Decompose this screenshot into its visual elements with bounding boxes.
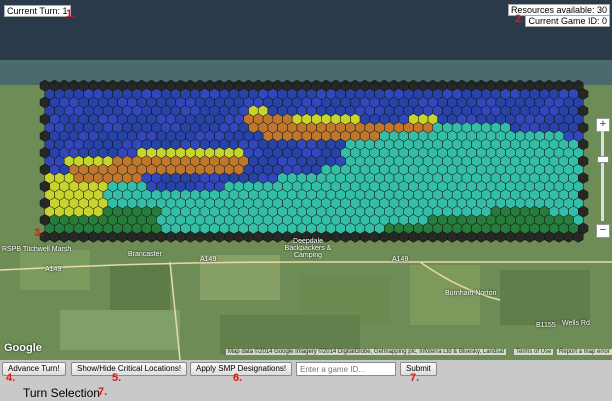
label-brancaster: Brancaster: [128, 251, 162, 258]
game-id-input[interactable]: [296, 362, 396, 376]
marker-6: 6.: [233, 372, 243, 384]
turn-selection-heading: Turn Selection: [23, 386, 100, 400]
label-deepdale: Deepdale Backpackers & Camping: [284, 238, 332, 259]
hex-grid[interactable]: [39, 79, 589, 243]
marker-7-top: 7.: [410, 372, 420, 384]
label-a149-3: A149: [392, 256, 409, 263]
zoom-control: + −: [596, 118, 610, 238]
marker-5: 5.: [112, 372, 122, 384]
zoom-slider-thumb[interactable]: [597, 156, 609, 163]
label-tichwell: RSPB Titchwell Marsh: [2, 246, 72, 253]
current-game-id: Current Game ID: 0: [525, 15, 610, 27]
zoom-in-button[interactable]: +: [596, 118, 610, 132]
label-a149-2: A149: [200, 256, 217, 263]
marker-4: 4.: [6, 372, 16, 384]
map-attribution: Map data ©2014 Google Imagery ©2014 Digi…: [226, 349, 507, 355]
marker-1: 1.: [66, 8, 76, 20]
label-burnham-norton: Burnham Norton: [445, 290, 497, 297]
label-a149-1: A149: [45, 266, 62, 273]
map-canvas[interactable]: [0, 0, 612, 360]
marker-2: 2.: [515, 13, 525, 25]
zoom-slider-track[interactable]: [601, 131, 604, 221]
google-logo: Google: [4, 342, 42, 354]
report-map-error-link[interactable]: Report a map error: [557, 349, 612, 355]
label-b1155: B1155: [536, 322, 556, 329]
zoom-out-button[interactable]: −: [596, 224, 610, 238]
marker-7-bottom: 7.: [98, 386, 108, 398]
label-wells-rd: Wells Rd: [562, 320, 590, 327]
marker-3: 3.: [34, 227, 44, 239]
map-view[interactable]: RSPB Titchwell Marsh Brancaster Deepdale…: [0, 0, 612, 360]
current-turn: Current Turn: 1: [4, 5, 71, 17]
toggle-critical-locations-button[interactable]: Show/Hide Critical Locations!: [71, 362, 188, 376]
terms-of-use-link[interactable]: Terms of Use: [514, 349, 554, 355]
